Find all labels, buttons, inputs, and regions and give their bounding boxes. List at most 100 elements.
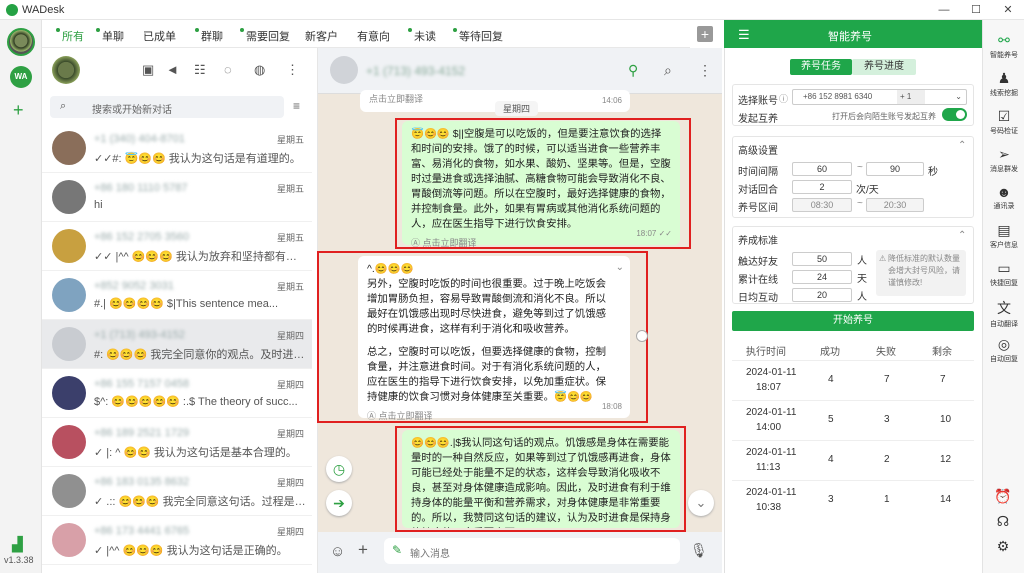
tab-6[interactable]: 有意向 [357,28,390,44]
tab-label: 未读 [414,31,436,43]
chat-preview: $^: 😊😊😊😊😊 :.$ The theory of succ... [94,396,298,408]
add-account-icon[interactable]: + [13,100,24,121]
rail-icon: 文 [997,300,1011,316]
react-icon[interactable] [636,330,648,342]
chat-menu-icon[interactable]: ⋮ [698,62,712,79]
window-title: WADesk [22,3,65,16]
rail-item-1[interactable]: ♟ 线索挖掘 [983,70,1024,98]
panel-menu-icon[interactable]: ☰ [738,27,750,43]
tab-5[interactable]: 新客户 [305,28,338,44]
login-icon[interactable]: ➔ [326,490,352,516]
rail-label: 快捷回复 [990,280,1018,287]
search-box[interactable]: ⌕ 搜索或开始新对话 [50,96,284,118]
search-chat-icon[interactable]: ⌕ [664,62,672,79]
collapse-icon[interactable]: ⌃ [958,140,966,151]
rail-item-8[interactable]: ◎ 自动回复 [983,336,1024,364]
broadcast-icon[interactable]: ◄ [166,62,179,77]
stats-icon[interactable]: ▟ [12,536,23,553]
add-tab-button[interactable]: + [697,26,713,42]
rail-label: 自动回复 [990,356,1018,363]
chat-list-item[interactable]: +86 173 4441 6765 星期四 ✓ |^^ 😊😊😊 我认为这句话是正… [42,516,312,565]
translate-quick-icon[interactable]: ✎ [392,543,402,557]
interval-to-input[interactable]: 90 [866,162,924,176]
info-icon[interactable]: ⓘ [779,92,788,105]
tab-2[interactable]: 已成单 [143,28,176,44]
rail-item-3[interactable]: ➢ 消息群发 [983,146,1024,174]
emoji-icon[interactable]: ☺ [330,543,345,560]
rail-item-7[interactable]: 文自动翻译 [983,298,1024,329]
microphone-icon[interactable]: 🎙 [690,542,708,559]
close-button[interactable]: ✕ [992,0,1024,20]
table-header: 失败 [876,347,896,358]
tab-warmup-task[interactable]: 养号任务 [790,59,852,75]
search-input[interactable]: 搜索或开始新对话 [92,101,172,116]
collapse-icon[interactable]: ⌃ [958,230,966,241]
select-account-label: 选择账号 [738,96,778,107]
window-from-input[interactable]: 08:30 [792,198,852,212]
rail-item-2[interactable]: ☑ 号码检证 [983,108,1024,136]
friends-input[interactable]: 50 [792,252,852,266]
chat-list-item[interactable]: +852 9052 3031 星期五 #.| 😊😊😊😊 $|This sente… [42,271,312,320]
support-icon[interactable]: ☊ [982,513,1024,530]
wa-account-icon[interactable]: WA [10,66,32,88]
chat-list-item[interactable]: +1 (713) 493-4152 星期四 #: 😊😊😊 我完全同意你的观点。及… [42,320,312,369]
image-icon[interactable]: ▣ [142,62,154,78]
account-select[interactable]: +86 152 8981 6340 + 1 ⌄ [792,89,967,105]
start-warmup-button[interactable]: 开始养号 [732,311,974,331]
chat-list-item[interactable]: +86 180 1110 5787 星期五 hi [42,173,312,222]
panel-header: ☰ 智能养号 [724,20,982,48]
tab-3[interactable]: 群聊 [195,28,223,44]
mutual-toggle[interactable] [942,108,967,121]
tab-warmup-progress[interactable]: 养号进度 [852,59,916,75]
message-placeholder: 输入消息 [410,549,450,560]
rail-label: 号码检证 [990,128,1018,135]
row-remaining: 12 [940,454,952,465]
timer-icon[interactable]: ◷ [326,456,352,482]
profile-avatar[interactable] [52,56,80,84]
tab-7[interactable]: 未读 [408,28,436,44]
tab-8[interactable]: 等待回复 [453,28,503,44]
add-contact-icon[interactable]: ⚲ [628,62,638,79]
chat-list-item[interactable]: +86 152 2705 3560 星期五 ✓✓ |^^ 😊😊😊 我认为放弃和坚… [42,222,312,271]
filter-icon[interactable]: ≡ [293,99,300,113]
rounds-input[interactable]: 2 [792,180,852,194]
minimize-button[interactable]: — [928,0,960,20]
unread-dot [195,28,199,32]
translate-link[interactable]: 点击立即翻译 [369,94,423,104]
new-chat-icon[interactable]: ◍ [254,62,265,78]
account-avatar[interactable] [7,28,35,56]
status-icon[interactable]: ◌ [224,62,232,77]
scroll-down-icon[interactable]: ⌄ [688,490,714,516]
chat-list-item[interactable]: +86 155 7157 0458 星期四 $^: 😊😊😊😊😊 :.$ The … [42,369,312,418]
alarm-icon[interactable]: ⏰ [982,488,1024,505]
maximize-button[interactable]: ☐ [960,0,992,20]
contact-avatar[interactable] [330,56,358,84]
rail-item-0[interactable]: ⚯ 智能养号 [983,32,1024,60]
tab-0[interactable]: 所有 [56,28,84,44]
settings-icon[interactable]: ⚙ [982,538,1024,555]
chat-avatar [52,376,86,410]
tab-1[interactable]: 单聊 [96,28,124,44]
row-remaining: 10 [940,414,952,425]
chat-avatar [52,474,86,508]
daily-label: 日均互动 [738,293,778,304]
daily-input[interactable]: 20 [792,288,852,302]
online-label: 累计在线 [738,275,778,286]
chat-list-item[interactable]: +86 189 2521 1729 星期四 ✓ |: ^ 😊😊 我认为这句话是基… [42,418,312,467]
message-input[interactable]: ✎ 输入消息 [384,538,680,564]
online-input[interactable]: 24 [792,270,852,284]
tab-4[interactable]: 需要回复 [240,28,290,44]
chat-list-item[interactable]: +86 183 0135 8632 星期四 ✓ .:: 😊😊😊 我完全同意这句话… [42,467,312,516]
rail-item-5[interactable]: ▤ 客户信息 [983,222,1024,250]
chat-list-item[interactable]: +1 (340) 404-8701 星期五 ✓✓#: 😇😊😊 我认为这句话是有道… [42,124,312,173]
contact-name: +1 (713) 493-4152 [366,64,466,78]
attach-icon[interactable]: + [358,540,368,560]
interval-from-input[interactable]: 60 [792,162,852,176]
row-time: 10:38 [756,502,782,513]
groups-icon[interactable]: ☷ [194,62,206,78]
menu-icon[interactable]: ⋮ [286,62,299,78]
row-remaining: 14 [940,494,952,505]
rail-item-4[interactable]: ☻ 通讯录 [983,184,1024,211]
window-to-input[interactable]: 20:30 [866,198,924,212]
rail-item-6[interactable]: ▭ 快捷回复 [983,260,1024,288]
